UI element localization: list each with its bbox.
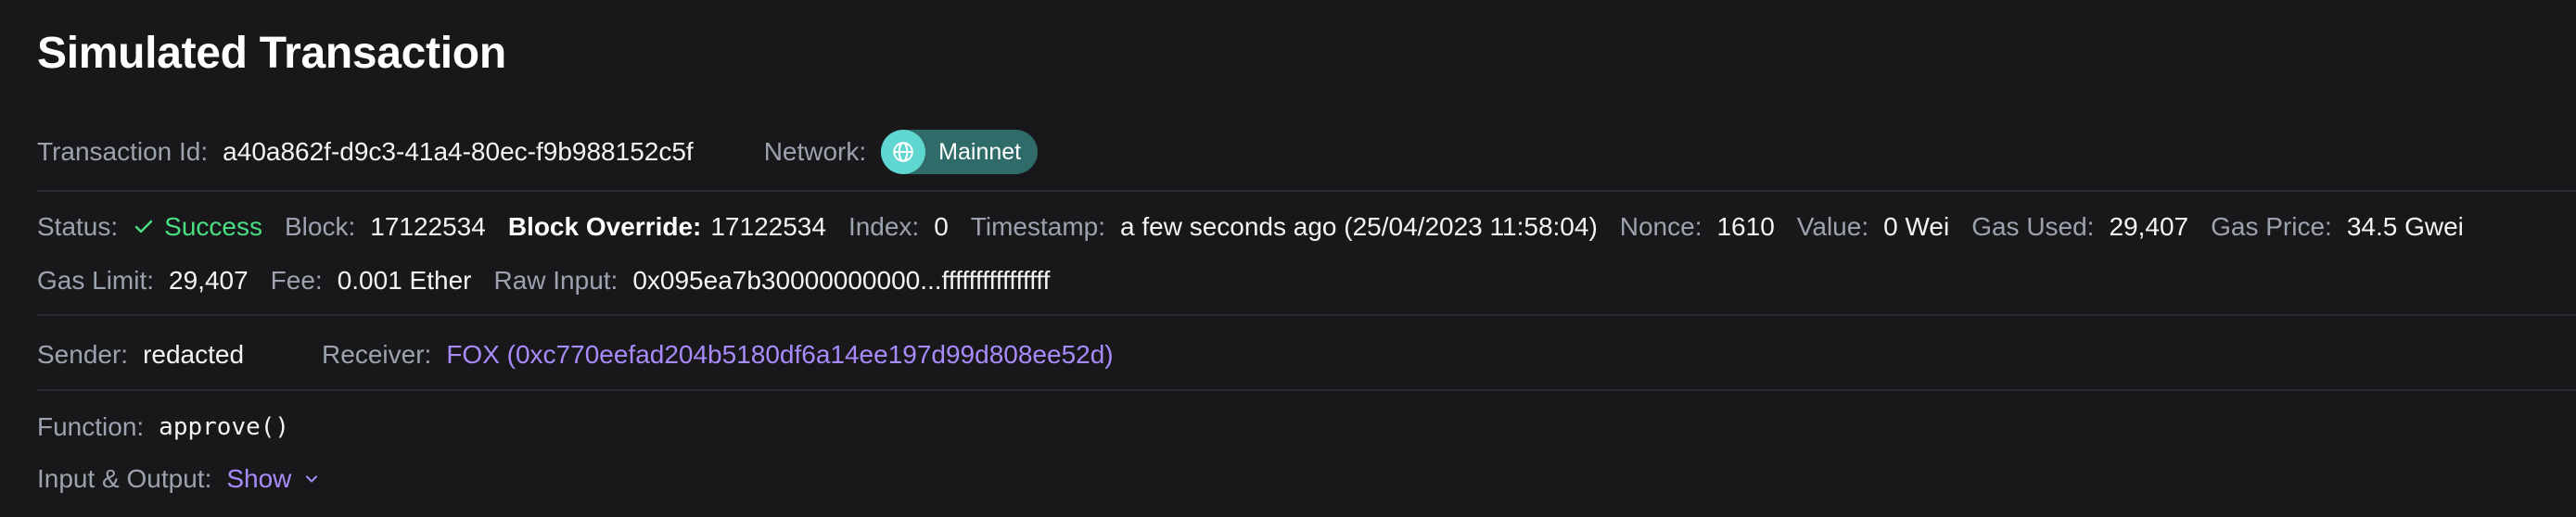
block-label: Block: — [285, 212, 356, 241]
details-row-2: Gas Limit: 29,407 Fee: 0.001 Ether Raw I… — [37, 263, 1050, 298]
index-label: Index: — [848, 212, 920, 241]
timestamp-label: Timestamp: — [970, 212, 1106, 241]
show-io-toggle[interactable]: Show — [226, 464, 321, 494]
status-label: Status: — [37, 212, 119, 241]
receiver-link[interactable]: FOX (0xc770eefad204b5180df6a14ee197d99d8… — [446, 340, 1113, 370]
divider — [37, 314, 2576, 316]
value-label: Value: — [1796, 212, 1869, 241]
fee-value: 0.001 Ether — [337, 266, 472, 295]
function-label: Function: — [37, 412, 145, 441]
transaction-row: Transaction Id: a40a862f-d9c3-41a4-80ec-… — [37, 130, 1039, 174]
gas-used-value: 29,407 — [2109, 212, 2189, 241]
divider — [37, 389, 2576, 391]
divider — [37, 190, 2576, 192]
nonce-value: 1610 — [1716, 212, 1775, 241]
gas-limit-value: 29,407 — [169, 266, 249, 295]
status-value: Success — [133, 212, 262, 242]
parties-row: Sender: redacted Receiver: FOX (0xc770ee… — [37, 337, 1114, 372]
raw-input-value: 0x095ea7b30000000000...ffffffffffffffff — [632, 266, 1051, 295]
block-value: 17122534 — [370, 212, 486, 241]
gas-used-label: Gas Used: — [1971, 212, 2095, 241]
index-value: 0 — [934, 212, 949, 241]
check-icon — [134, 220, 153, 233]
gas-limit-label: Gas Limit: — [37, 266, 155, 295]
details-row-1: Status: Success Block: 17122534 Block Ov… — [37, 209, 2464, 245]
function-value: approve() — [159, 413, 290, 441]
gas-price-value: 34.5 Gwei — [2346, 212, 2464, 241]
timestamp-value: a few seconds ago (25/04/2023 11:58:04) — [1120, 212, 1598, 241]
block-override-value: 17122534 — [710, 212, 826, 241]
io-label: Input & Output: — [37, 464, 212, 493]
raw-input-label: Raw Input: — [493, 266, 618, 295]
network-value: Mainnet — [938, 138, 1022, 165]
page-title: Simulated Transaction — [37, 29, 506, 78]
value-value: 0 Wei — [1883, 212, 1950, 241]
gas-price-label: Gas Price: — [2211, 212, 2332, 241]
block-override-label: Block Override: — [507, 212, 702, 241]
show-io-label: Show — [226, 464, 292, 493]
globe-icon — [881, 130, 926, 174]
chevron-down-icon — [306, 475, 318, 483]
io-row: Input & Output: Show — [37, 461, 321, 497]
network-label: Network: — [763, 137, 867, 166]
transaction-id-value: a40a862f-d9c3-41a4-80ec-f9b988152c5f — [223, 137, 694, 166]
status-text: Success — [164, 212, 262, 241]
network-badge: Mainnet — [881, 130, 1039, 174]
nonce-label: Nonce: — [1619, 212, 1702, 241]
transaction-id-label: Transaction Id: — [37, 137, 209, 166]
fee-label: Fee: — [270, 266, 323, 295]
sender-value: redacted — [143, 340, 245, 369]
sender-label: Sender: — [37, 340, 129, 369]
receiver-label: Receiver: — [322, 340, 432, 369]
function-row: Function: approve() — [37, 410, 289, 445]
